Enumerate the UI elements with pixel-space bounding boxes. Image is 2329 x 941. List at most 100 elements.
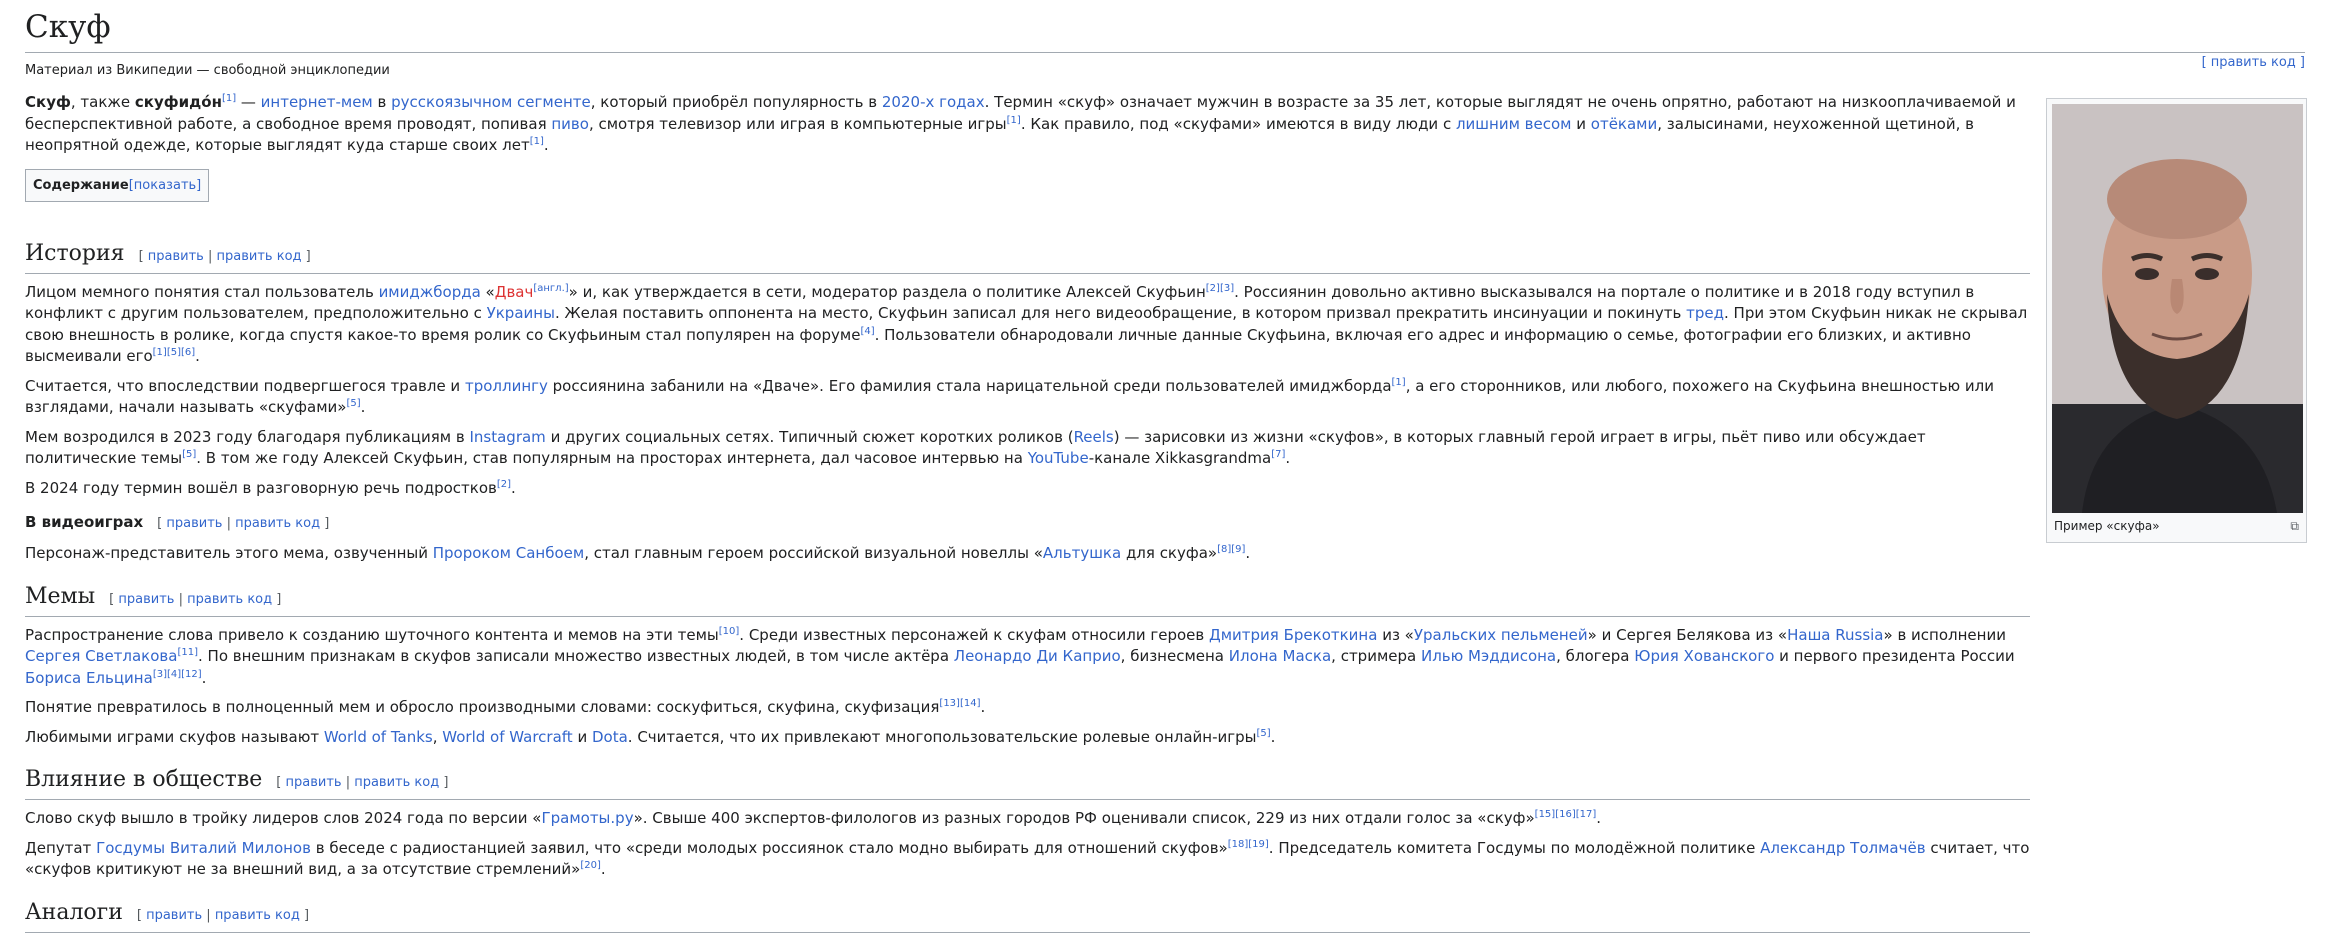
edit-section-button[interactable]: править	[118, 592, 174, 607]
ref-link[interactable]: [2][3]	[1206, 283, 1234, 294]
section-heading-analogs: Аналоги [ править | править код ]	[25, 899, 2030, 933]
text: Лицом мемного понятия стал пользователь	[25, 282, 379, 301]
ref-link[interactable]: [5]	[346, 398, 360, 409]
link-khovansky[interactable]: Юрия Хованского	[1634, 647, 1774, 665]
link-internet-meme[interactable]: интернет-мем	[261, 93, 373, 111]
bracket: ]	[276, 591, 282, 607]
text: .	[511, 478, 516, 497]
ref-link[interactable]: [13][14]	[939, 698, 980, 709]
edit-section-button[interactable]: править	[166, 516, 222, 531]
ref-link[interactable]: [15][16][17]	[1535, 809, 1597, 820]
text: » и, как утверждается в сети, модератор …	[568, 282, 1206, 301]
ref-link[interactable]: [5]	[182, 449, 196, 460]
link-dicaprio[interactable]: Леонардо Ди Каприо	[954, 647, 1121, 665]
separator: |	[345, 775, 351, 790]
link-brekotkin[interactable]: Дмитрия Брекоткина	[1209, 626, 1377, 644]
link-yeltsin[interactable]: Бориса Ельцина	[25, 669, 153, 687]
edit-code-section-button[interactable]: править код	[217, 249, 302, 264]
text: , блогера	[1556, 647, 1635, 665]
edit-code-section-button[interactable]: править код	[235, 516, 320, 531]
link-svetlakov[interactable]: Сергея Светлакова	[25, 647, 177, 665]
caption-text: Пример «скуфа»	[2054, 519, 2160, 533]
edit-section-button[interactable]: править	[146, 908, 202, 923]
ref-link[interactable]: [7]	[1271, 449, 1285, 460]
history-paragraph: Мем возродился в 2023 году благодаря пуб…	[25, 427, 2030, 470]
link-ukraine[interactable]: Украины	[487, 304, 555, 322]
link-musk[interactable]: Илона Маска	[1229, 647, 1331, 665]
link-sunboy[interactable]: Пророком Санбоем	[433, 544, 584, 562]
link-trolling[interactable]: троллингу	[465, 377, 548, 395]
ref-link[interactable]: [18][19]	[1228, 839, 1269, 850]
edit-code-link[interactable]: [ править код ]	[2202, 55, 2305, 70]
ref-link[interactable]: [1]	[1392, 377, 1406, 388]
link-youtube[interactable]: YouTube	[1028, 449, 1089, 467]
link-world-of-tanks[interactable]: World of Tanks	[324, 728, 433, 746]
text: . В том же году Алексей Скуфьин, став по…	[196, 449, 1028, 467]
edit-code-section-button[interactable]: править код	[354, 775, 439, 790]
text: , который приобрёл популярность в	[590, 93, 882, 111]
text: для скуфа»	[1121, 544, 1218, 562]
text: .	[980, 698, 986, 716]
link-thread[interactable]: тред	[1686, 304, 1724, 322]
edit-code-section-button[interactable]: править код	[187, 592, 272, 607]
memes-paragraph: Любимыми играми скуфов называют World of…	[25, 727, 2030, 749]
bracket: [	[136, 907, 142, 923]
ref-link[interactable]: [1]	[530, 136, 544, 147]
toc-label: Содержание	[33, 177, 129, 193]
link-beer[interactable]: пиво	[551, 115, 589, 133]
section-heading-influence: Влияние в обществе [ править | править ко…	[25, 766, 2030, 800]
enlarge-icon[interactable]: ⧉	[2290, 519, 2299, 534]
article-body: Скуф, также скуфидо́н[1] — интернет-мем …	[25, 92, 2030, 941]
infobox-photo[interactable]	[2052, 104, 2303, 513]
text: , смотря телевизор или играя в компьютер…	[588, 114, 1007, 133]
edit-code-section-button[interactable]: править код	[215, 908, 300, 923]
ref-link[interactable]: [5]	[1257, 728, 1271, 739]
text: . Считается, что их привлекают многополь…	[627, 727, 1257, 746]
influence-paragraph: Депутат Госдумы Виталий Милонов в беседе…	[25, 838, 2030, 881]
link-uralskie-pelmeni[interactable]: Уральских пельменей	[1414, 626, 1588, 644]
link-runet[interactable]: русскоязычном сегменте	[391, 93, 591, 111]
link-nasha-russia[interactable]: Наша Russia	[1787, 626, 1883, 644]
ref-link[interactable]: [10]	[719, 626, 740, 637]
link-instagram[interactable]: Instagram	[469, 428, 545, 446]
text: и первого президента России	[1774, 647, 2015, 665]
text: россиянина забанили на «Дваче». Его фами…	[547, 376, 1392, 395]
link-world-of-warcraft[interactable]: World of Warcraft	[442, 728, 572, 746]
text: .	[195, 347, 200, 365]
link-imageboard[interactable]: имиджборда	[379, 283, 481, 301]
memes-paragraph: Понятие превратилось в полноценный мем и…	[25, 697, 2030, 719]
ref-link[interactable]: [1]	[1007, 115, 1021, 126]
heading-text: Мемы	[25, 583, 96, 609]
edit-section-button[interactable]: править	[148, 249, 204, 264]
link-maddison[interactable]: Илью Мэддисона	[1421, 647, 1556, 665]
link-dvach[interactable]: Двач	[495, 283, 534, 301]
link-2020s[interactable]: 2020-х годах	[882, 93, 985, 111]
link-dota[interactable]: Dota	[592, 728, 628, 746]
link-gramota[interactable]: Грамоты.ру	[541, 809, 633, 827]
link-gosduma[interactable]: Госдумы	[96, 839, 165, 857]
link-edema[interactable]: отёками	[1591, 115, 1657, 133]
link-altushka[interactable]: Альтушка	[1043, 544, 1121, 562]
ref-link[interactable]: [4]	[860, 326, 874, 337]
ref-link[interactable]: [3][4][12]	[153, 669, 202, 680]
text: -канале Xikkasgrandma	[1088, 449, 1272, 467]
text: .	[360, 398, 366, 416]
text: . Как правило, под «скуфами» имеются в в…	[1020, 114, 1456, 133]
ref-link[interactable]: [1][5][6]	[153, 347, 196, 358]
ref-link[interactable]: [11]	[177, 647, 198, 658]
bold-term: Скуф	[25, 93, 71, 111]
edit-section-button[interactable]: править	[285, 775, 341, 790]
link-milonov[interactable]: Виталий Милонов	[170, 839, 311, 857]
ref-link[interactable]: [20]	[580, 860, 601, 871]
link-tolmachev[interactable]: Александр Толмачёв	[1760, 839, 1925, 857]
text: .	[543, 136, 549, 154]
text: .	[201, 668, 207, 687]
ref-link[interactable]: [1]	[222, 93, 236, 104]
toc-show-button[interactable]: [показать]	[129, 178, 202, 193]
link-overweight[interactable]: лишним весом	[1456, 115, 1572, 133]
link-reels[interactable]: Reels	[1074, 428, 1114, 446]
text: —	[236, 93, 261, 111]
ref-link[interactable]: [8][9]	[1217, 544, 1245, 555]
ref-link[interactable]: [2]	[497, 479, 511, 490]
interwiki-link[interactable]: [англ.]	[533, 283, 568, 294]
